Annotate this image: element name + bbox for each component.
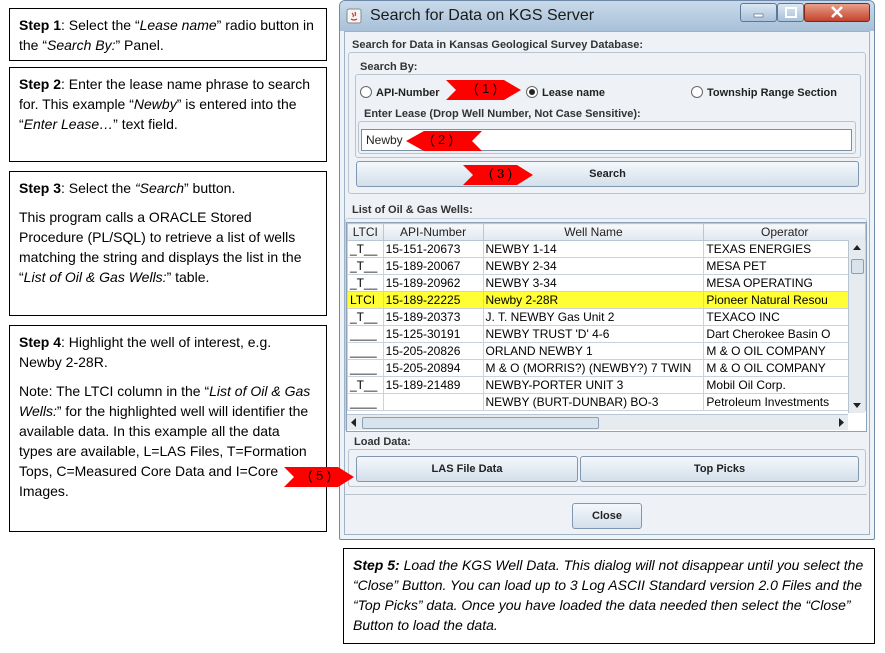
- col-ltci[interactable]: LTCI: [347, 223, 384, 241]
- minimize-button[interactable]: [740, 3, 777, 22]
- scroll-thumb[interactable]: [851, 259, 864, 274]
- close-button[interactable]: Close: [572, 503, 642, 529]
- scroll-right-icon[interactable]: [834, 415, 848, 430]
- table-row[interactable]: _T__ 15-189-20962 NEWBY 3-34 MESA OPERATING: [347, 274, 866, 292]
- cell-ltci: _T__: [347, 308, 384, 326]
- table-row[interactable]: ____ 15-125-30191 NEWBY TRUST 'D' 4-6 Dart …: [347, 325, 866, 343]
- table-row[interactable]: ____ 15-205-20894 M & O (MORRIS?) (NEWBY?)…: [347, 359, 866, 377]
- table-header-row: LTCI API-Number Well Name Operator: [347, 223, 866, 241]
- search-panel-title: Search for Data in Kansas Geological Sur…: [352, 39, 644, 51]
- radio-township-range-section[interactable]: Township Range Section: [691, 86, 837, 99]
- wells-table: LTCI API-Number Well Name Operator _T__ 1…: [346, 222, 867, 432]
- title-bar[interactable]: Search for Data on KGS Server: [340, 1, 874, 31]
- table-row[interactable]: _T__ 15-189-20373 J. T. NEWBY Gas Unit 2 TE…: [347, 308, 866, 326]
- las-file-data-button[interactable]: LAS File Data: [356, 456, 578, 482]
- top-picks-button[interactable]: Top Picks: [580, 456, 859, 482]
- vertical-scrollbar[interactable]: [848, 240, 865, 413]
- cell-api-number: 15-189-21489: [382, 376, 484, 394]
- cell-api-number: 15-125-30191: [382, 325, 484, 343]
- col-operator[interactable]: Operator: [703, 223, 866, 241]
- radio-circle-icon: [691, 86, 703, 98]
- cell-ltci: ____: [347, 325, 384, 343]
- maximize-icon: [785, 7, 797, 18]
- cell-well-name: NEWBY 2-34: [482, 257, 705, 275]
- col-api-number[interactable]: API-Number: [382, 223, 484, 241]
- cell-api-number: 15-189-20067: [382, 257, 484, 275]
- cell-operator: MESA PET: [703, 257, 866, 275]
- java-app-icon: [346, 8, 362, 24]
- cell-ltci: ____: [347, 393, 384, 411]
- cell-ltci: _T__: [347, 240, 384, 258]
- cell-operator: Dart Cherokee Basin O: [703, 325, 866, 343]
- close-icon: [831, 6, 843, 18]
- cell-api-number: 15-189-20373: [382, 308, 484, 326]
- cell-well-name: NEWBY 3-34: [482, 274, 705, 292]
- cell-well-name: ORLAND NEWBY 1: [482, 342, 705, 360]
- wells-grid: LTCI API-Number Well Name Operator _T__ 1…: [347, 223, 866, 411]
- dialog-title: Search for Data on KGS Server: [370, 7, 595, 24]
- cell-well-name: NEWBY-PORTER UNIT 3: [482, 376, 705, 394]
- cell-operator: M & O OIL COMPANY: [703, 342, 866, 360]
- cell-operator: M & O OIL COMPANY: [703, 359, 866, 377]
- cell-ltci: ____: [347, 342, 384, 360]
- cell-ltci: ____: [347, 359, 384, 377]
- callout-arrow-2: ( 2 ): [406, 131, 482, 156]
- horizontal-scrollbar[interactable]: [347, 414, 848, 430]
- table-row[interactable]: _T__ 15-151-20673 NEWBY 1-14 TEXAS ENERGIES: [347, 240, 866, 258]
- table-row[interactable]: _T__ 15-189-20067 NEWBY 2-34 MESA PET: [347, 257, 866, 275]
- scroll-down-icon[interactable]: [849, 399, 865, 413]
- cell-well-name: NEWBY (BURT-DUNBAR) BO-3: [482, 393, 705, 411]
- cell-api-number: 15-189-22225: [382, 291, 484, 309]
- step3-note: Step 3: Select the “Search” button. This…: [9, 171, 327, 316]
- scroll-left-icon[interactable]: [347, 415, 361, 430]
- cell-ltci: _T__: [347, 257, 384, 275]
- cell-ltci: _T__: [347, 274, 384, 292]
- maximize-button[interactable]: [777, 3, 804, 22]
- step4-note: Step 4: Highlight the well of interest, …: [9, 325, 327, 532]
- cell-api-number: 15-205-20894: [382, 359, 484, 377]
- cell-operator: Pioneer Natural Resou: [703, 291, 866, 309]
- close-window-button[interactable]: [804, 3, 870, 22]
- cell-ltci: LTCI: [347, 291, 384, 309]
- close-divider: [345, 494, 867, 495]
- cell-operator: Petroleum Investments: [703, 393, 866, 411]
- radio-circle-icon: [360, 86, 372, 98]
- minimize-icon: [753, 13, 764, 18]
- cell-well-name: Newby 2-28R: [482, 291, 705, 309]
- search-button[interactable]: Search: [356, 161, 859, 187]
- step1-note: Step 1: Select the “Lease name” radio bu…: [9, 8, 327, 61]
- table-row[interactable]: _T__ 15-189-21489 NEWBY-PORTER UNIT 3 Mobil…: [347, 376, 866, 394]
- cell-well-name: M & O (MORRIS?) (NEWBY?) 7 TWIN: [482, 359, 705, 377]
- table-row[interactable]: ____ NEWBY (BURT-DUNBAR) BO-3 Petroleum In…: [347, 393, 866, 411]
- enter-lease-title: Enter Lease (Drop Well Number, Not Case …: [364, 108, 641, 120]
- wells-list-title: List of Oil & Gas Wells:: [352, 204, 473, 216]
- step5-note: Step 5: Load the KGS Well Data. This dia…: [343, 548, 875, 644]
- cell-operator: TEXAS ENERGIES: [703, 240, 866, 258]
- cell-api-number: 15-189-20962: [382, 274, 484, 292]
- load-data-title: Load Data:: [354, 436, 411, 448]
- cell-api-number: [382, 393, 484, 411]
- radio-api-number[interactable]: API-Number: [360, 86, 440, 99]
- cell-operator: TEXACO INC: [703, 308, 866, 326]
- search-by-title: Search By:: [360, 61, 418, 73]
- callout-arrow-3: ( 3 ): [463, 165, 533, 190]
- callout-arrow-1: ( 1 ): [446, 80, 521, 105]
- cell-api-number: 15-151-20673: [382, 240, 484, 258]
- cell-well-name: NEWBY TRUST 'D' 4-6: [482, 325, 705, 343]
- radio-selected-icon: [526, 86, 538, 98]
- cell-ltci: _T__: [347, 376, 384, 394]
- table-row[interactable]: ____ 15-205-20826 ORLAND NEWBY 1M & O OIL …: [347, 342, 866, 360]
- cell-operator: MESA OPERATING: [703, 274, 866, 292]
- callout-arrow-5: ( 5 ): [284, 467, 354, 492]
- step2-note: Step 2: Enter the lease name phrase to s…: [9, 67, 327, 162]
- cell-well-name: NEWBY 1-14: [482, 240, 705, 258]
- h-scroll-thumb[interactable]: [362, 417, 599, 429]
- radio-lease-name[interactable]: Lease name: [526, 86, 605, 99]
- scroll-up-icon[interactable]: [849, 240, 865, 254]
- table-row[interactable]: LTCI 15-189-22225 Newby 2-28R Pioneer Natur…: [347, 291, 866, 309]
- cell-well-name: J. T. NEWBY Gas Unit 2: [482, 308, 705, 326]
- col-well-name[interactable]: Well Name: [482, 223, 705, 241]
- cell-operator: Mobil Oil Corp.: [703, 376, 866, 394]
- cell-api-number: 15-205-20826: [382, 342, 484, 360]
